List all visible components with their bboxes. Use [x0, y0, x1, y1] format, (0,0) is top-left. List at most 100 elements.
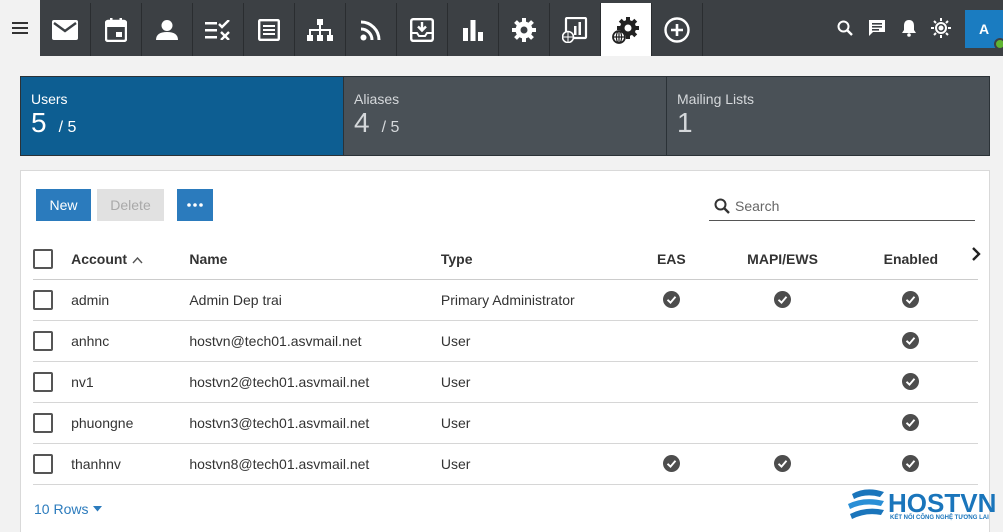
select-all-checkbox[interactable] [33, 248, 53, 269]
cell-mapi-ews [721, 402, 844, 444]
add-circle-icon [664, 16, 690, 43]
sort-ascending-icon [132, 256, 143, 264]
app-tabs [40, 3, 703, 56]
tab-calendar[interactable] [91, 3, 142, 56]
row-checkbox[interactable] [33, 330, 53, 351]
tab-mail[interactable] [40, 3, 91, 56]
cell-name: Admin Dep trai [189, 279, 441, 321]
card-mailing-lists-label: Mailing Lists [677, 91, 755, 107]
cell-enabled [843, 402, 978, 444]
brand-watermark: HOSTVN KẾT NỐI CÔNG NGHỆ TƯƠNG LAI [846, 488, 1003, 528]
caret-down-icon [93, 506, 103, 512]
column-enabled[interactable]: Enabled [843, 239, 978, 280]
check-circle-icon [902, 291, 920, 309]
column-type[interactable]: Type [440, 239, 622, 280]
domain-settings-icon [612, 16, 639, 44]
check-circle-icon [902, 332, 920, 350]
notifications-button[interactable] [893, 0, 925, 56]
card-aliases-value: 4 [354, 107, 370, 138]
table-row[interactable]: anhnc hostvn@tech01.asvmail.net User [33, 320, 978, 362]
gear-icon [512, 17, 536, 42]
rows-per-page-dropdown[interactable]: 10 Rows [34, 501, 103, 517]
cell-mapi-ews [721, 279, 844, 321]
card-users[interactable]: Users 5 / 5 [21, 77, 344, 155]
row-checkbox[interactable] [33, 453, 53, 474]
users-table: Account Name Type EAS MAPI/EWS Enabled a… [33, 239, 978, 485]
cell-type: Primary Administrator [440, 279, 622, 321]
delete-button[interactable]: Delete [97, 189, 164, 221]
menu-button[interactable] [0, 0, 40, 56]
check-circle-icon [902, 414, 920, 432]
table-row[interactable]: thanhnv hostvn8@tech01.asvmail.net User [33, 443, 978, 485]
row-checkbox[interactable] [33, 412, 53, 433]
card-aliases-max: / 5 [381, 119, 400, 136]
new-button[interactable]: New [36, 189, 91, 221]
search-field[interactable]: Search [709, 191, 975, 221]
chat-button[interactable] [861, 0, 893, 56]
card-users-label: Users [31, 91, 68, 107]
tab-rss[interactable] [346, 3, 397, 56]
card-users-value: 5 [31, 107, 47, 138]
hamburger-icon [12, 22, 28, 34]
cell-eas [621, 320, 722, 362]
column-mapi-ews[interactable]: MAPI/EWS [721, 239, 844, 280]
tab-domain-settings[interactable] [601, 3, 652, 56]
theme-toggle-button[interactable] [925, 0, 957, 56]
user-menu[interactable]: A [963, 0, 1003, 56]
table-row[interactable]: phuongne hostvn3@tech01.asvmail.net User [33, 402, 978, 444]
cell-name: hostvn@tech01.asvmail.net [189, 320, 441, 362]
tab-notes[interactable] [244, 3, 295, 56]
cell-enabled [843, 361, 978, 403]
tab-contacts[interactable] [142, 3, 193, 56]
card-aliases-label: Aliases [354, 91, 400, 107]
brand-tagline: KẾT NỐI CÔNG NGHỆ TƯƠNG LAI [890, 515, 989, 521]
tasks-icon [205, 19, 230, 40]
table-row[interactable]: nv1 hostvn2@tech01.asvmail.net User [33, 361, 978, 403]
check-circle-icon [902, 373, 920, 391]
tab-settings[interactable] [499, 3, 550, 56]
table-row[interactable]: admin Admin Dep trai Primary Administrator [33, 279, 978, 321]
presence-indicator [994, 38, 1003, 50]
cell-type: User [440, 402, 622, 444]
cell-name: hostvn8@tech01.asvmail.net [189, 443, 441, 485]
column-name[interactable]: Name [189, 239, 441, 280]
column-eas[interactable]: EAS [621, 239, 722, 280]
tab-tasks[interactable] [193, 3, 244, 56]
scroll-columns-right-icon[interactable] [971, 247, 981, 261]
cell-eas [621, 402, 722, 444]
check-circle-icon [774, 291, 792, 309]
cell-enabled [843, 320, 978, 362]
bell-icon [902, 20, 916, 37]
check-circle-icon [662, 455, 680, 473]
cell-enabled [843, 279, 978, 321]
card-aliases[interactable]: Aliases 4 / 5 [344, 77, 667, 155]
tab-org-chart[interactable] [295, 3, 346, 56]
cell-enabled [843, 443, 978, 485]
search-button[interactable] [829, 0, 861, 56]
row-checkbox[interactable] [33, 371, 53, 392]
search-input[interactable]: Search [735, 198, 779, 214]
tab-domain-reports[interactable] [550, 3, 601, 56]
contacts-icon [156, 19, 178, 40]
brightness-icon [931, 18, 951, 38]
notes-icon [258, 18, 280, 41]
more-dots-icon [187, 203, 203, 207]
check-circle-icon [902, 455, 920, 473]
chat-icon [869, 20, 885, 36]
bar-chart-icon [463, 19, 483, 41]
cell-account: nv1 [71, 361, 190, 403]
more-actions-button[interactable] [177, 189, 213, 221]
tab-reports[interactable] [448, 3, 499, 56]
mail-icon [52, 19, 78, 40]
tab-add[interactable] [652, 3, 703, 56]
top-toolbar: A [0, 0, 1003, 56]
tab-archive[interactable] [397, 3, 448, 56]
cell-account: admin [71, 279, 190, 321]
column-account[interactable]: Account [71, 239, 190, 280]
card-mailing-lists-value: 1 [677, 107, 693, 138]
cell-eas [621, 443, 722, 485]
row-checkbox[interactable] [33, 289, 53, 310]
card-mailing-lists[interactable]: Mailing Lists 1 [667, 77, 989, 155]
check-circle-icon [662, 291, 680, 309]
card-users-max: / 5 [58, 119, 77, 136]
